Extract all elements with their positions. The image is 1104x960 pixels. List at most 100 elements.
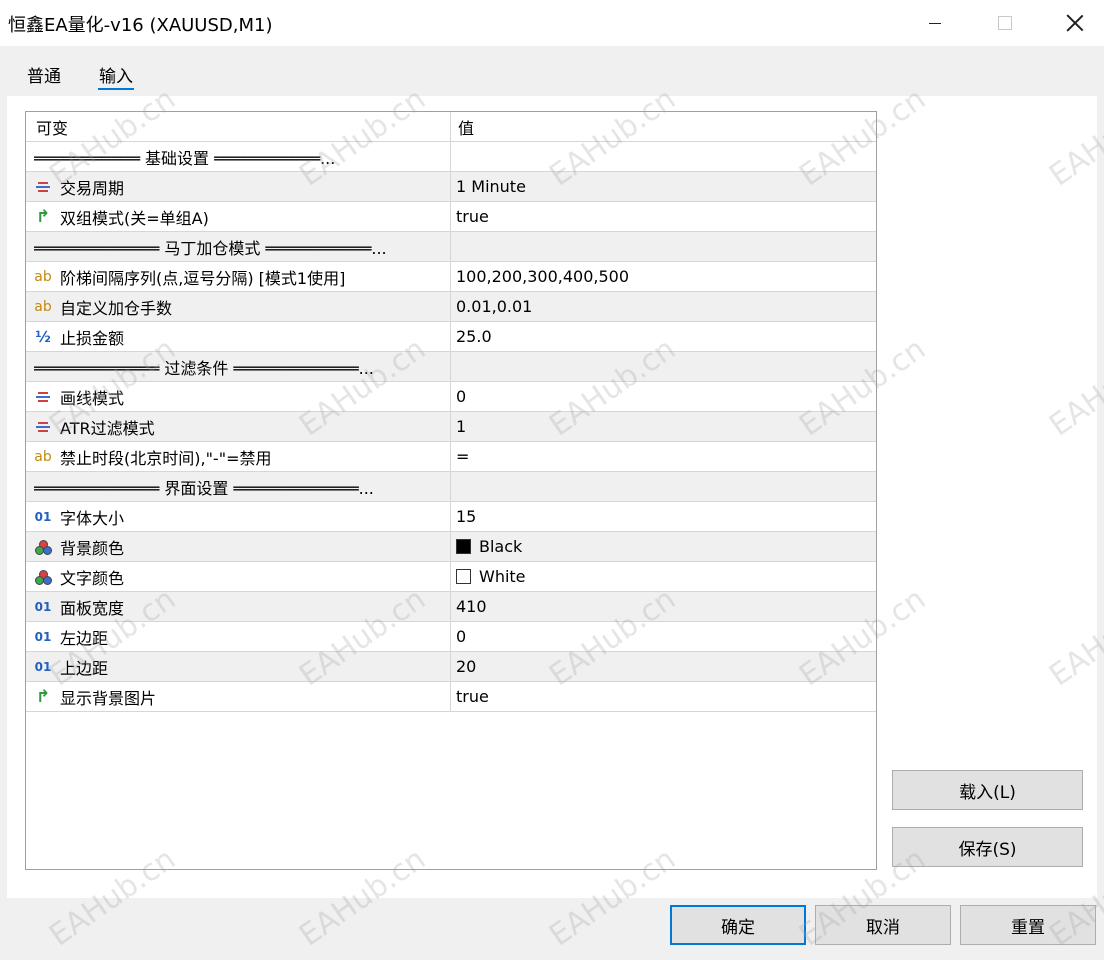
parameter-label: 字体大小 (60, 508, 125, 528)
double-icon: ½ (35, 327, 51, 346)
color-swatch (456, 539, 471, 554)
parameter-value[interactable]: true (456, 202, 866, 231)
parameter-value-text: true (456, 687, 489, 706)
int-icon: 01 (34, 509, 52, 524)
parameter-name: 01 字体大小 (34, 502, 444, 531)
parameter-label: 上边距 (60, 658, 109, 678)
string-icon: ab (34, 448, 52, 465)
ok-button[interactable]: 确定 (670, 905, 806, 945)
table-row[interactable]: ab 阶梯间隔序列(点,逗号分隔) [模式1使用] 100,200,300,400,… (26, 262, 876, 292)
column-header-variable[interactable]: 可变 (36, 112, 446, 141)
column-divider[interactable] (450, 112, 451, 712)
bool-icon: ↱ (35, 686, 51, 707)
parameter-value[interactable] (456, 232, 866, 261)
table-row[interactable]: ab 自定义加仓手数 0.01,0.01 (26, 292, 876, 322)
reset-button[interactable]: 重置 (960, 905, 1096, 945)
parameter-value[interactable]: Black (456, 532, 866, 561)
parameter-name: ═══════════ 基础设置 ═══════════... (34, 142, 444, 171)
parameter-label: 阶梯间隔序列(点,逗号分隔) [模式1使用] (60, 268, 346, 288)
maximize-button[interactable] (970, 0, 1040, 46)
table-row[interactable]: 01 上边距 20 (26, 652, 876, 682)
table-row[interactable]: ATR过滤模式 1 (26, 412, 876, 442)
parameter-value[interactable]: = (456, 442, 866, 471)
table-row[interactable]: ½ 止损金额 25.0 (26, 322, 876, 352)
tab-strip: 普通 输入 (0, 46, 1104, 96)
table-row[interactable]: ═════════════ 马丁加仓模式 ═══════════... (26, 232, 876, 262)
parameter-value-text: 100,200,300,400,500 (456, 267, 630, 286)
parameter-name: 01 上边距 (34, 652, 444, 681)
parameter-name: ab 阶梯间隔序列(点,逗号分隔) [模式1使用] (34, 262, 444, 291)
parameter-name: 文字颜色 (34, 562, 444, 591)
parameter-value[interactable]: 25.0 (456, 322, 866, 351)
parameter-value[interactable] (456, 472, 866, 501)
table-row[interactable]: ═══════════ 基础设置 ═══════════... (26, 142, 876, 172)
save-button[interactable]: 保存(S) (892, 827, 1083, 867)
parameter-label: 自定义加仓手数 (60, 298, 173, 318)
int-icon: 01 (34, 659, 52, 674)
parameter-value-text: true (456, 207, 489, 226)
parameter-name: ↱ 显示背景图片 (34, 682, 444, 711)
cancel-button[interactable]: 取消 (815, 905, 951, 945)
table-row[interactable]: 01 面板宽度 410 (26, 592, 876, 622)
title-bar: 恒鑫EA量化-v16 (XAUUSD,M1) (0, 0, 1104, 46)
table-row[interactable]: ab 禁止时段(北京时间),"-"=禁用 = (26, 442, 876, 472)
parameter-name: ↱ 双组模式(关=单组A) (34, 202, 444, 231)
parameter-value[interactable]: 0 (456, 382, 866, 411)
parameter-value[interactable] (456, 352, 866, 381)
table-row[interactable]: ↱ 双组模式(关=单组A) true (26, 202, 876, 232)
parameter-value[interactable]: 410 (456, 592, 866, 621)
parameter-value[interactable]: White (456, 562, 866, 591)
minimize-button[interactable] (900, 0, 970, 46)
parameter-value[interactable]: true (456, 682, 866, 711)
tab-inputs[interactable]: 输入 (99, 62, 133, 87)
parameter-label: 双组模式(关=单组A) (60, 208, 209, 228)
table-row[interactable]: ═════════════ 过滤条件 ═════════════... (26, 352, 876, 382)
parameter-value[interactable]: 20 (456, 652, 866, 681)
parameter-value-text: 20 (456, 657, 477, 676)
window-title: 恒鑫EA量化-v16 (XAUUSD,M1) (8, 15, 273, 36)
parameter-value-text: 15 (456, 507, 477, 526)
parameter-label: 禁止时段(北京时间),"-"=禁用 (60, 448, 272, 468)
parameter-name: ab 禁止时段(北京时间),"-"=禁用 (34, 442, 444, 471)
table-row[interactable]: 01 左边距 0 (26, 622, 876, 652)
parameter-value-text: = (456, 447, 470, 466)
parameter-value-text: 1 Minute (456, 177, 526, 196)
parameter-value-text: 1 (456, 417, 467, 436)
parameter-value[interactable]: 15 (456, 502, 866, 531)
parameter-name: 01 左边距 (34, 622, 444, 651)
column-header-value[interactable]: 值 (458, 112, 868, 141)
parameter-value[interactable]: 1 Minute (456, 172, 866, 201)
parameter-name: ═════════════ 界面设置 ═════════════... (34, 472, 444, 501)
table-row[interactable]: 文字颜色 White (26, 562, 876, 592)
load-button[interactable]: 载入(L) (892, 770, 1083, 810)
parameter-name: 01 面板宽度 (34, 592, 444, 621)
table-row[interactable]: ═════════════ 界面设置 ═════════════... (26, 472, 876, 502)
color-icon (34, 538, 52, 556)
parameter-label: ═════════════ 界面设置 ═════════════... (34, 478, 374, 498)
parameter-value-text: Black (479, 537, 523, 556)
close-icon (1066, 14, 1084, 32)
parameter-value[interactable]: 0 (456, 622, 866, 651)
table-row[interactable]: 画线模式 0 (26, 382, 876, 412)
parameter-name: 画线模式 (34, 382, 444, 411)
parameter-label: 画线模式 (60, 388, 125, 408)
parameter-name: ═════════════ 过滤条件 ═════════════... (34, 352, 444, 381)
table-row[interactable]: 01 字体大小 15 (26, 502, 876, 532)
int-icon: 01 (34, 629, 52, 644)
parameter-value-text: 0 (456, 387, 467, 406)
parameter-name: ATR过滤模式 (34, 412, 444, 441)
table-row[interactable]: ↱ 显示背景图片 true (26, 682, 876, 712)
parameter-value[interactable]: 0.01,0.01 (456, 292, 866, 321)
parameter-label: 左边距 (60, 628, 109, 648)
table-row[interactable]: 背景颜色 Black (26, 532, 876, 562)
parameter-value-text: White (479, 567, 526, 586)
parameter-label: ═════════════ 马丁加仓模式 ═══════════... (34, 238, 387, 258)
enum-icon (34, 418, 52, 436)
parameter-value[interactable]: 100,200,300,400,500 (456, 262, 866, 291)
close-button[interactable] (1040, 0, 1104, 46)
parameter-value[interactable] (456, 142, 866, 171)
parameter-value[interactable]: 1 (456, 412, 866, 441)
color-icon (34, 568, 52, 586)
tab-common[interactable]: 普通 (27, 62, 61, 87)
table-row[interactable]: 交易周期 1 Minute (26, 172, 876, 202)
